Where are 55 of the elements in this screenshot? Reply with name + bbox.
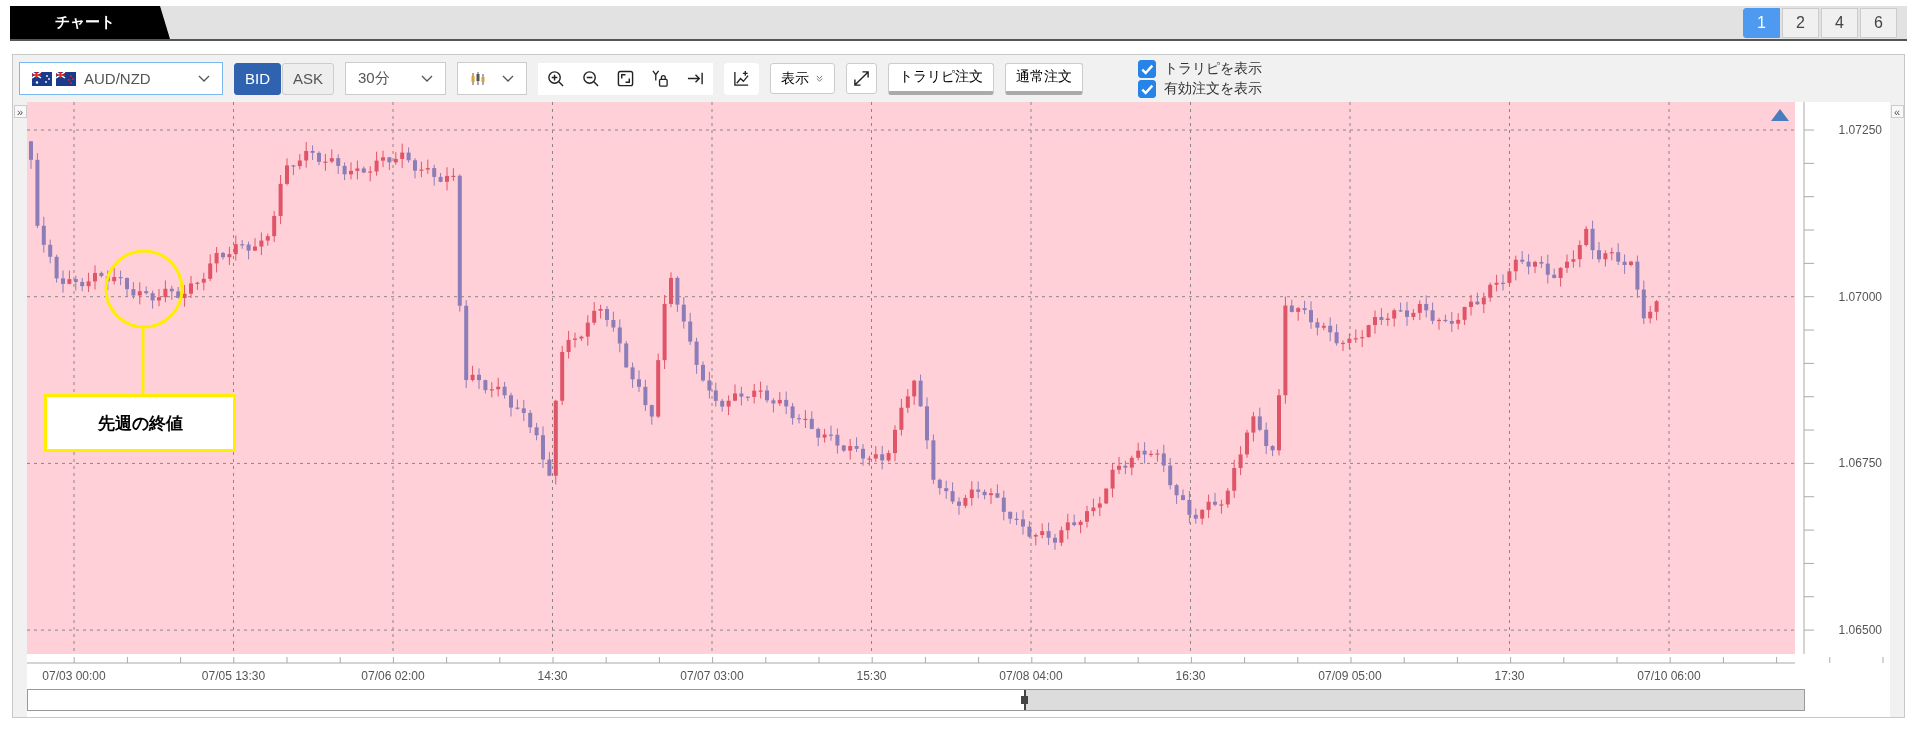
checkbox-label: 有効注文を表示	[1164, 79, 1263, 98]
flag-icon	[32, 71, 52, 86]
expand-left-button[interactable]: »	[13, 105, 27, 118]
x-axis-label: 07/03 00:00	[42, 669, 106, 683]
price-side-toggle[interactable]: BID	[234, 62, 281, 95]
x-axis-label: 07/05 13:30	[201, 669, 266, 683]
x-axis-label: 07/08 04:00	[999, 669, 1063, 683]
zoom-out-icon	[582, 70, 600, 87]
checkbox[interactable]	[1138, 79, 1157, 98]
layout-button[interactable]: 6	[1860, 7, 1897, 38]
chevron-down-icon	[502, 74, 515, 83]
collapse-right-button[interactable]: «	[1890, 105, 1904, 118]
layout-button[interactable]: 4	[1821, 7, 1858, 38]
chevron-down-icon	[198, 74, 210, 83]
x-axis-label: 17:30	[1494, 669, 1525, 683]
flag-icon	[56, 71, 76, 86]
x-axis-label: 07/07 03:00	[680, 669, 744, 683]
fit-screen-icon	[617, 70, 635, 87]
x-axis-label: 16:30	[1175, 669, 1206, 683]
chart-tab[interactable]: チャート	[10, 6, 170, 39]
chart-plus-icon	[733, 70, 751, 87]
currency-pair-text: AUD/NZD	[84, 70, 152, 87]
y-axis-label: 1.06750	[1838, 456, 1882, 471]
timeframe-text: 30分	[358, 69, 390, 88]
timeframe-select[interactable]: 30分	[345, 62, 447, 95]
x-axis-label: 15:30	[856, 669, 887, 683]
x-axis-label: 07/09 05:00	[1318, 669, 1382, 683]
x-axis-label: 07/10 06:00	[1637, 669, 1701, 683]
candlestick-icon	[470, 70, 487, 87]
marker-icon	[1771, 109, 1789, 121]
order-button[interactable]: 通常注文	[1005, 62, 1084, 95]
checkbox[interactable]	[1138, 59, 1157, 78]
double-chevron-icon	[815, 74, 825, 83]
expand-button[interactable]	[846, 63, 878, 94]
zoom-in-icon	[547, 70, 565, 87]
currency-pair-select[interactable]: AUD/NZD	[19, 62, 223, 95]
chevron-down-icon	[421, 74, 434, 83]
y-lock-icon	[652, 70, 670, 87]
x-axis-label: 14:30	[537, 669, 568, 683]
display-menu-button[interactable]: 表示	[770, 63, 836, 94]
scrollbar[interactable]	[27, 689, 1805, 711]
order-button[interactable]: トラリピ注文	[888, 62, 995, 95]
y-axis-label: 1.06500	[1838, 623, 1882, 638]
x-axis-label: 07/06 02:00	[361, 669, 425, 683]
price-side-toggle[interactable]: ASK	[282, 62, 335, 95]
annotation-label: 先週の終値	[44, 394, 236, 452]
scrollbar-thumb[interactable]	[1024, 690, 1804, 710]
y-axis-label: 1.07250	[1838, 123, 1882, 137]
leader-line	[141, 328, 145, 396]
checkbox-label: トラリピを表示	[1164, 59, 1263, 78]
add-indicator-button[interactable]	[724, 62, 760, 95]
layout-button[interactable]: 2	[1782, 7, 1819, 38]
arrow-to-line-icon	[687, 70, 705, 87]
y-axis-label: 1.07000	[1838, 289, 1882, 304]
expand-arrows-icon	[853, 70, 871, 87]
